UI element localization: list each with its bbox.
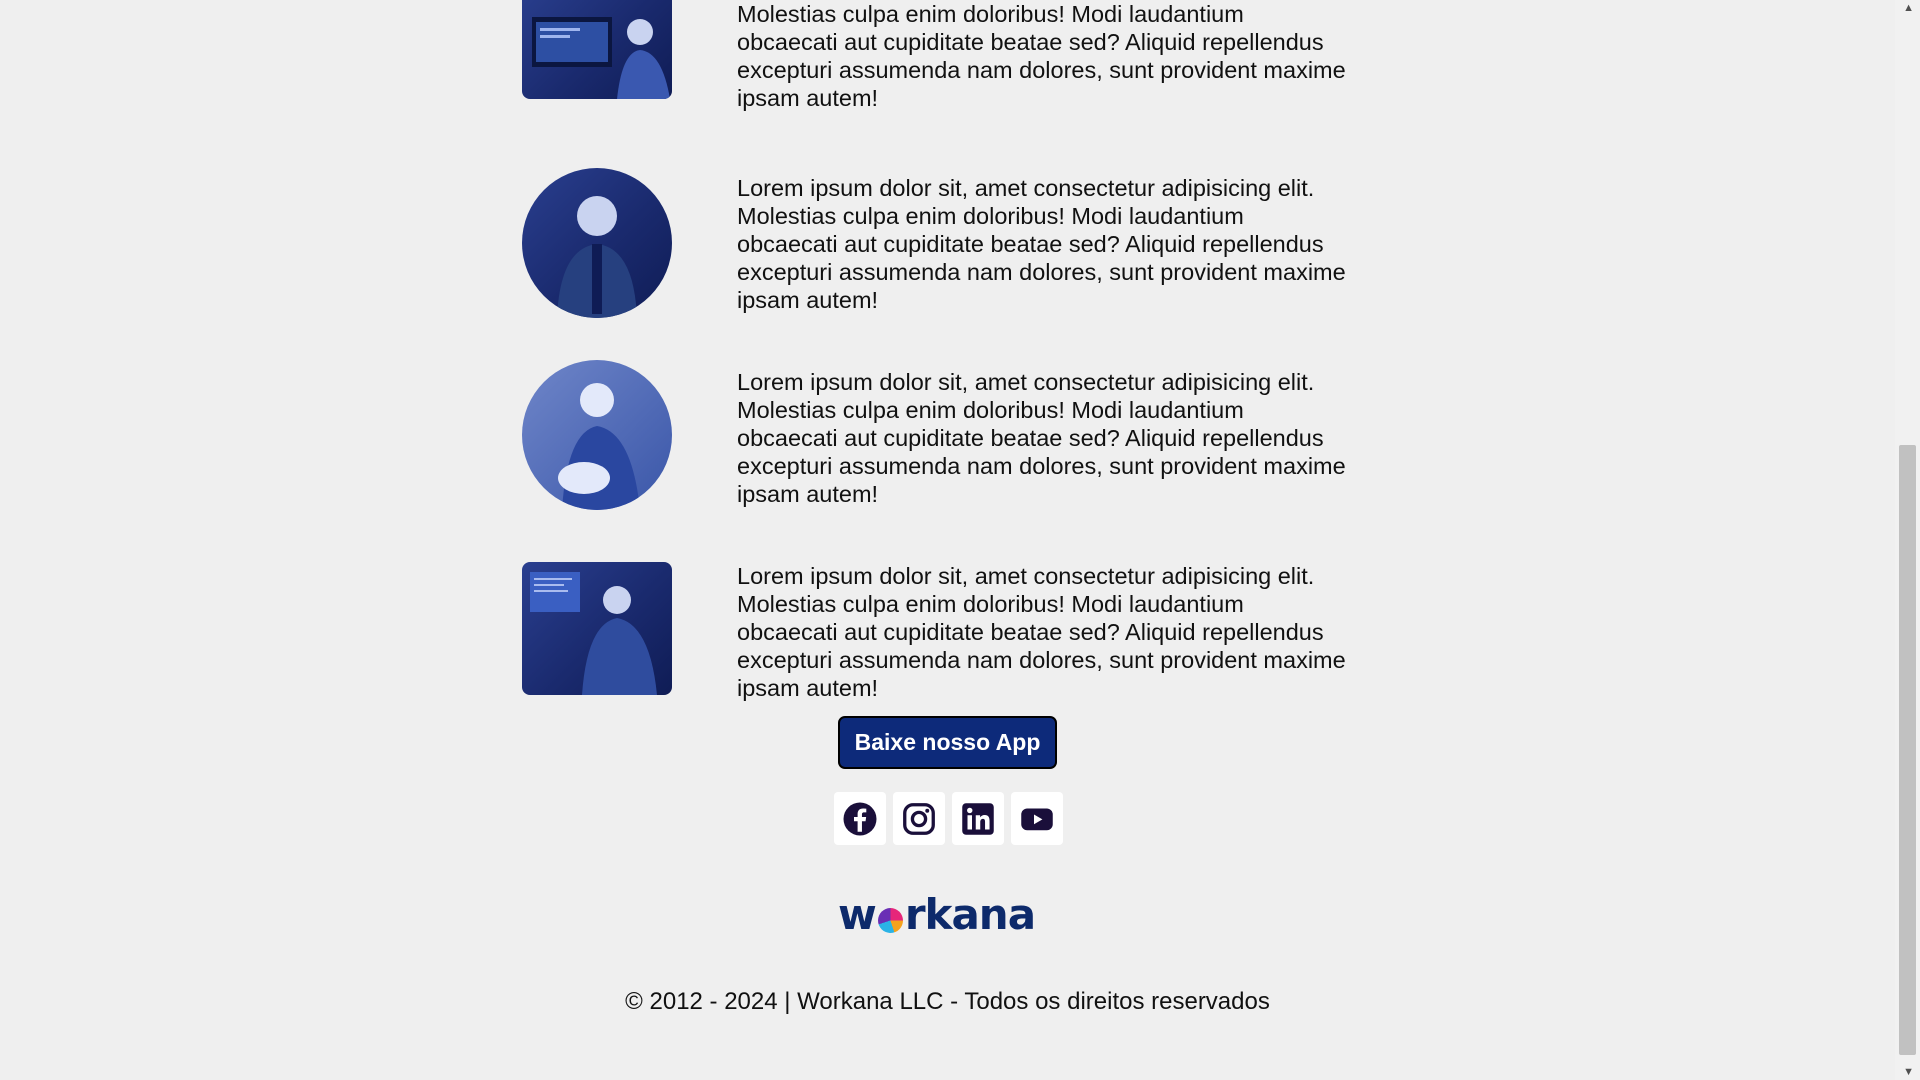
- man-at-workstation-photo: [530, 572, 657, 695]
- scroll-down-arrow-icon[interactable]: ▼: [1903, 1066, 1914, 1078]
- scroll-up-arrow-icon[interactable]: ▲: [1903, 2, 1914, 14]
- smiling-man-photo: [557, 196, 637, 318]
- logo-text-end: rkana: [904, 890, 1036, 939]
- feature-photo-1: [522, 0, 672, 99]
- feature-photo-3: [522, 360, 672, 510]
- feature-text-3: Lorem ipsum dolor sit, amet consectetur …: [737, 369, 1346, 507]
- copyright-text: © 2012 - 2024 | Workana LLC - Todos os d…: [625, 988, 1270, 1015]
- woman-with-headset-photo: [558, 383, 640, 510]
- logo-dot-icon: [877, 908, 903, 933]
- feature-text-1: Lorem ipsum dolor sit, amet consectetur …: [737, 1, 1346, 111]
- feature-text-2: Lorem ipsum dolor sit, amet consectetur …: [737, 175, 1346, 313]
- person-at-desk-photo: [532, 17, 670, 99]
- feature-photo-2: [522, 168, 672, 318]
- feature-text-4: Lorem ipsum dolor sit, amet consectetur …: [737, 563, 1346, 701]
- facebook-icon[interactable]: [834, 792, 886, 845]
- page-scrollbar[interactable]: ▲ ▼: [1895, 0, 1920, 1080]
- download-app-button[interactable]: Baixe nosso App: [838, 716, 1057, 769]
- workana-logo: w rkana: [838, 890, 1036, 939]
- linkedin-icon[interactable]: [952, 792, 1004, 845]
- logo-text-start: w: [838, 890, 877, 939]
- youtube-icon[interactable]: [1011, 792, 1063, 845]
- feature-photo-4: [522, 562, 672, 695]
- instagram-icon[interactable]: [893, 792, 945, 845]
- scrollbar-thumb[interactable]: [1899, 445, 1916, 1055]
- social-links: [834, 792, 1063, 845]
